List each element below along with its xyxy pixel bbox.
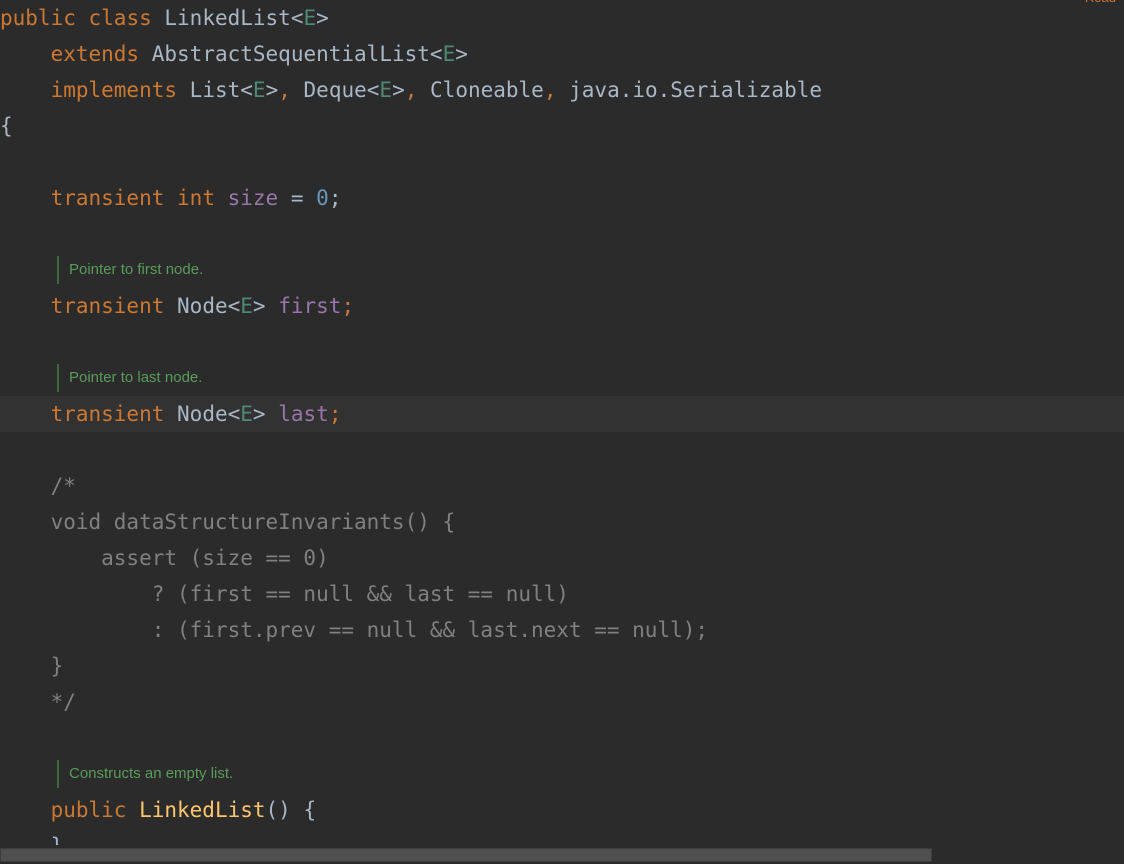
javadoc-bar-icon <box>57 256 59 284</box>
token-keyword-public: public <box>50 798 127 822</box>
token-constructor-name: LinkedList <box>139 798 266 822</box>
token-angle-open: < <box>429 42 443 66</box>
code-line-comment[interactable]: assert (size == 0) <box>0 540 1124 576</box>
token-interface-deque: Deque <box>303 78 367 102</box>
code-line[interactable]: transient int size = 0; <box>0 180 1124 216</box>
token-keyword-transient: transient <box>50 186 165 210</box>
token-supertype: AbstractSequentialList <box>151 42 430 66</box>
token-angle-close: > <box>252 402 266 426</box>
token-comment: : (first.prev == null && last.next == nu… <box>0 618 709 642</box>
code-line[interactable]: public class LinkedList<E> <box>0 0 1124 36</box>
javadoc-rendered-last[interactable]: Pointer to last node. <box>0 360 1124 396</box>
token-generic-param: E <box>252 78 266 102</box>
code-line-comment[interactable]: : (first.prev == null && last.next == nu… <box>0 612 1124 648</box>
code-line-comment[interactable]: void dataStructureInvariants() { <box>0 504 1124 540</box>
code-editor[interactable]: Read public class LinkedList<E> extends … <box>0 0 1124 864</box>
token-keyword-extends: extends <box>50 42 140 66</box>
token-generic-param: E <box>379 78 393 102</box>
token-keyword-transient: transient <box>50 402 165 426</box>
token-type-node: Node <box>177 294 228 318</box>
token-comment: /* <box>0 474 76 498</box>
code-line[interactable]: transient Node<E> first; <box>0 288 1124 324</box>
code-line-comment[interactable]: */ <box>0 684 1124 720</box>
token-angle-open: < <box>227 294 241 318</box>
javadoc-text: Pointer to first node. <box>69 261 204 278</box>
code-line-current[interactable]: transient Node<E> last; <box>0 396 1124 432</box>
token-semicolon: ; <box>328 402 342 426</box>
token-generic-param: E <box>240 294 253 318</box>
token-interface-list: List <box>189 78 241 102</box>
token-angle-open: < <box>240 78 253 102</box>
javadoc-rendered-first[interactable]: Pointer to first node. <box>0 252 1124 288</box>
horizontal-scrollbar-thumb[interactable] <box>0 848 932 862</box>
code-line-comment[interactable]: } <box>0 648 1124 684</box>
javadoc-rendered-constructor[interactable]: Constructs an empty list. <box>0 756 1124 792</box>
code-line[interactable]: public LinkedList() { <box>0 792 1124 828</box>
token-angle-close: > <box>316 6 329 30</box>
code-line[interactable]: extends AbstractSequentialList<E> <box>0 36 1124 72</box>
code-line[interactable]: { <box>0 108 1124 144</box>
javadoc-text: Pointer to last node. <box>69 369 203 386</box>
code-surface[interactable]: public class LinkedList<E> extends Abstr… <box>0 0 1124 858</box>
javadoc-text: Constructs an empty list. <box>69 765 234 782</box>
token-field-first: first <box>278 294 342 318</box>
token-comma: , <box>543 78 557 102</box>
token-comment: void dataStructureInvariants() { <box>0 510 456 534</box>
token-number: 0 <box>316 186 329 210</box>
javadoc-bar-icon <box>57 760 59 788</box>
token-keyword-class: class <box>88 6 152 30</box>
token-comment: assert (size == 0) <box>0 546 329 570</box>
token-keyword-implements: implements <box>50 78 178 102</box>
token-parens: () <box>265 798 291 822</box>
token-comment: } <box>0 654 64 678</box>
code-line-blank[interactable] <box>0 432 1124 468</box>
token-semicolon: ; <box>328 186 342 210</box>
token-comma: , <box>404 78 418 102</box>
code-line-blank[interactable] <box>0 324 1124 360</box>
token-brace-open: { <box>0 114 13 138</box>
token-field-last: last <box>278 402 329 426</box>
token-angle-close: > <box>392 78 405 102</box>
token-comment: */ <box>0 690 76 714</box>
token-keyword-transient: transient <box>50 294 165 318</box>
token-generic-param: E <box>240 402 253 426</box>
token-angle-open: < <box>366 78 380 102</box>
status-text-clipped: Read <box>1085 0 1116 5</box>
token-angle-close: > <box>265 78 279 102</box>
token-brace-open: { <box>303 798 317 822</box>
code-line[interactable]: implements List<E>, Deque<E>, Cloneable,… <box>0 72 1124 108</box>
token-semicolon: ; <box>341 294 355 318</box>
horizontal-scrollbar-track[interactable] <box>0 845 1124 864</box>
token-angle-close: > <box>455 42 468 66</box>
token-class-name: LinkedList <box>164 6 291 30</box>
token-angle-open: < <box>227 402 241 426</box>
token-keyword-public: public <box>0 6 76 30</box>
token-angle-close: > <box>252 294 266 318</box>
code-line-comment[interactable]: ? (first == null && last == null) <box>0 576 1124 612</box>
token-interface-serializable: java.io.Serializable <box>569 78 823 102</box>
token-type-node: Node <box>177 402 228 426</box>
token-interface-cloneable: Cloneable <box>430 78 544 102</box>
code-line-blank[interactable] <box>0 144 1124 180</box>
javadoc-bar-icon <box>57 364 59 392</box>
token-field-size: size <box>227 186 279 210</box>
token-generic-param: E <box>442 42 456 66</box>
token-comma: , <box>278 78 291 102</box>
token-assign: = <box>290 186 304 210</box>
code-line-blank[interactable] <box>0 720 1124 756</box>
code-line-comment[interactable]: /* <box>0 468 1124 504</box>
code-line-blank[interactable] <box>0 216 1124 252</box>
token-keyword-int: int <box>177 186 215 210</box>
token-comment: ? (first == null && last == null) <box>0 582 569 606</box>
token-angle-open: < <box>290 6 304 30</box>
token-generic-param: E <box>303 6 317 30</box>
